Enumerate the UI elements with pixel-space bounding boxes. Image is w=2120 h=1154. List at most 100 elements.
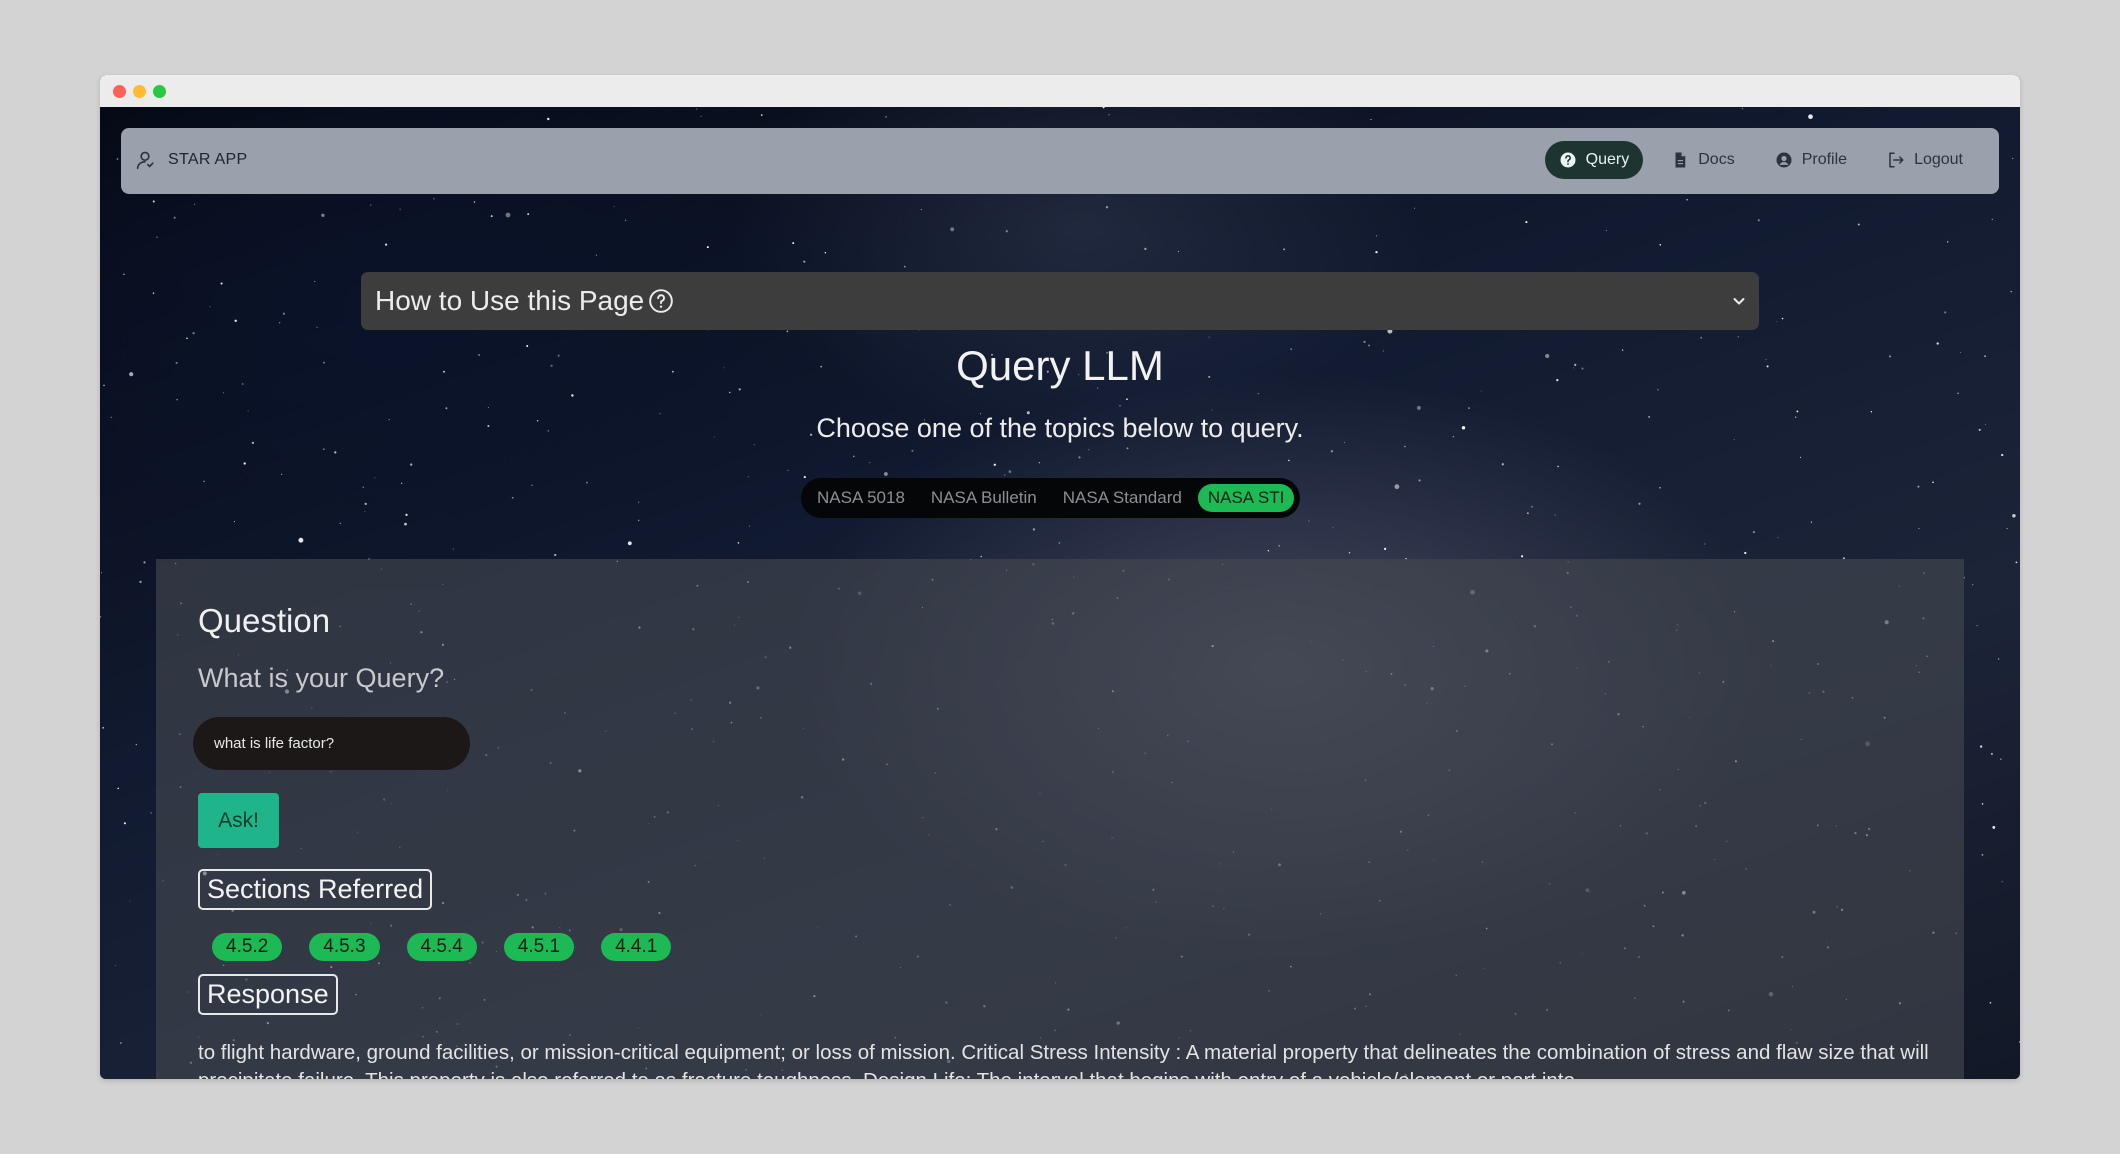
star (102, 726, 105, 729)
star (571, 394, 574, 397)
star (384, 243, 388, 246)
star (1989, 1001, 1992, 1004)
nav-menu: Query Docs Profile Logout (1544, 141, 1975, 179)
star (1686, 198, 1688, 201)
star (1283, 248, 1286, 251)
star (1990, 752, 1993, 755)
star (209, 306, 211, 308)
star (1008, 470, 1012, 473)
star (595, 254, 597, 256)
question-circle-icon (1560, 152, 1576, 168)
star (1918, 527, 1920, 530)
star (511, 496, 514, 499)
star (143, 561, 146, 564)
nav-profile[interactable]: Profile (1763, 141, 1859, 179)
star (1375, 250, 1378, 254)
star (1976, 625, 1978, 627)
star (1777, 537, 1779, 539)
star (152, 200, 155, 203)
star (1752, 531, 1755, 534)
section-chip[interactable]: 4.4.1 (601, 933, 672, 961)
star (2006, 528, 2008, 530)
star (1659, 486, 1661, 489)
section-chip[interactable]: 4.5.2 (212, 933, 283, 961)
star (1741, 107, 1744, 110)
star (753, 444, 755, 446)
star (156, 236, 158, 238)
star (220, 282, 223, 285)
ask-button[interactable]: Ask! (198, 793, 279, 848)
star (1520, 555, 1524, 558)
star (1857, 223, 1860, 226)
star (505, 212, 511, 218)
star (116, 158, 119, 160)
star (696, 108, 698, 110)
star (1330, 450, 1334, 453)
close-window-button[interactable] (113, 85, 126, 98)
star (364, 510, 366, 512)
star (1119, 405, 1121, 407)
star (374, 477, 376, 479)
star (786, 330, 789, 333)
star (100, 616, 102, 618)
star (234, 319, 237, 322)
star (129, 900, 131, 902)
section-chip[interactable]: 4.5.1 (503, 933, 575, 961)
star (120, 1042, 122, 1044)
star (279, 322, 281, 324)
star (281, 473, 283, 475)
star (586, 481, 588, 484)
star (1413, 207, 1416, 209)
star (490, 215, 493, 218)
query-panel: Question What is your Query? Ask! Sectio… (156, 559, 1964, 1079)
star (1278, 544, 1281, 547)
star (282, 312, 285, 315)
star (1808, 114, 1813, 120)
star (1659, 244, 1662, 246)
section-chip[interactable]: 4.5.3 (309, 933, 380, 961)
sections-referred-label: Sections Referred (198, 869, 433, 910)
star (2012, 157, 2014, 160)
star (192, 332, 195, 335)
star (487, 407, 489, 409)
chevron-down-icon (1733, 298, 1745, 305)
topic-nasa-standard[interactable]: NASA Standard (1053, 484, 1192, 512)
star (1058, 541, 1061, 544)
page-viewport: STAR APP Query Docs Profile Logout How t… (100, 107, 2020, 1079)
star (531, 484, 533, 487)
nav-query[interactable]: Query (1544, 141, 1644, 179)
star (1418, 479, 1421, 482)
star (176, 399, 178, 401)
star (903, 265, 906, 268)
star (362, 486, 364, 488)
star (404, 522, 407, 526)
nav-logout[interactable]: Logout (1875, 141, 1975, 179)
maximize-window-button[interactable] (153, 85, 166, 98)
star (792, 242, 795, 245)
query-input[interactable] (193, 717, 470, 770)
brand[interactable]: STAR APP (134, 149, 247, 171)
topic-nasa-bulletin[interactable]: NASA Bulletin (921, 484, 1047, 512)
window-titlebar (100, 75, 2020, 107)
star (117, 787, 119, 790)
topic-nasa-5018[interactable]: NASA 5018 (807, 484, 915, 512)
star (203, 480, 205, 483)
how-to-use-accordion[interactable]: How to Use this Page (361, 272, 1759, 330)
nav-logout-label: Logout (1914, 151, 1963, 168)
star (1032, 528, 1036, 531)
nav-query-label: Query (1585, 151, 1630, 168)
star (1416, 405, 1421, 410)
star (1799, 456, 1802, 459)
section-chip[interactable]: 4.5.4 (406, 933, 477, 961)
star (1267, 550, 1270, 552)
minimize-window-button[interactable] (133, 85, 146, 98)
user-circle-icon (1776, 152, 1792, 168)
star (1370, 118, 1372, 121)
star (1972, 584, 1974, 586)
star (748, 525, 750, 527)
star (370, 204, 372, 206)
nav-docs[interactable]: Docs (1659, 141, 1746, 179)
star (2001, 880, 2003, 883)
topic-nasa-sti[interactable]: NASA STI (1197, 484, 1295, 512)
star (298, 537, 304, 543)
